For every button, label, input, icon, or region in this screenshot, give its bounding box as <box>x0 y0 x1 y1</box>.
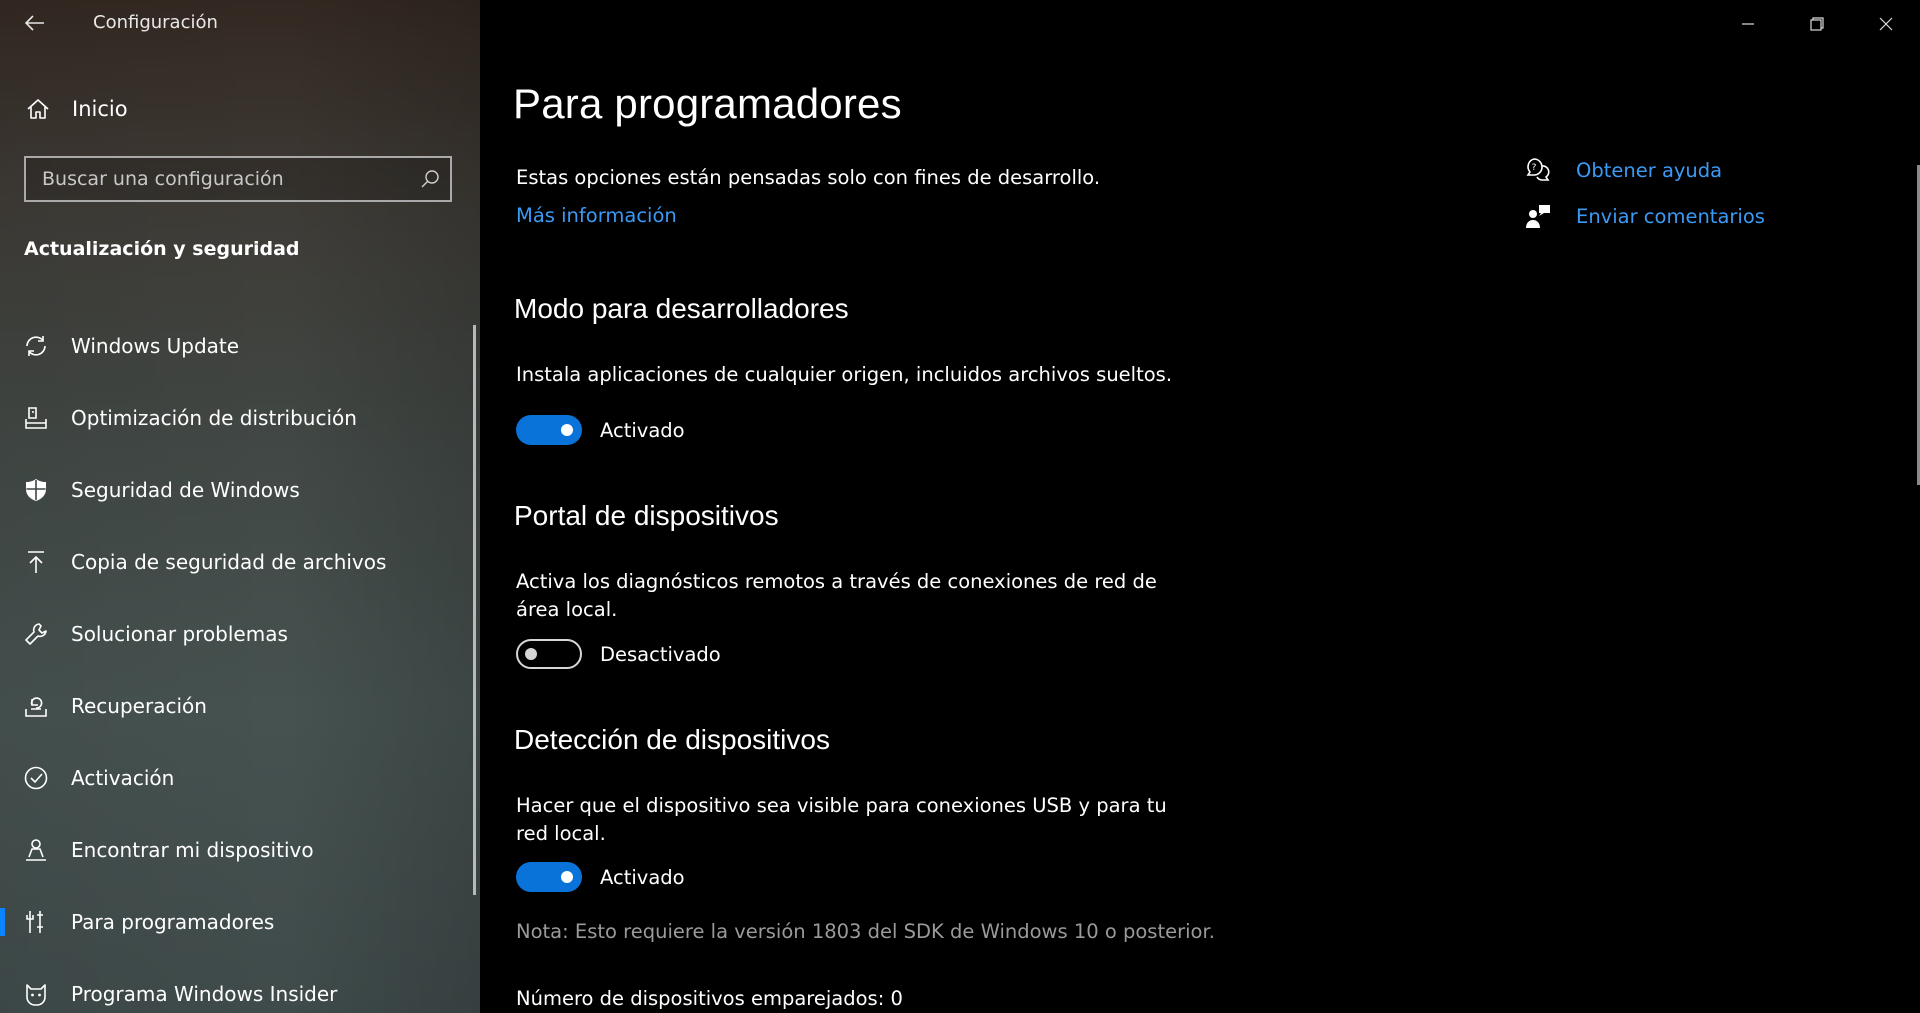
sidebar-item-label: Windows Update <box>71 334 240 358</box>
send-feedback-link[interactable]: Enviar comentarios <box>1522 193 1765 239</box>
sidebar-item-label: Optimización de distribución <box>71 406 357 430</box>
dev-mode-toggle[interactable] <box>516 415 582 445</box>
minimize-icon <box>1741 23 1754 25</box>
sidebar-item-label: Programa Windows Insider <box>71 982 338 1006</box>
restore-icon <box>1809 17 1824 31</box>
sidebar-item-label: Copia de seguridad de archivos <box>71 550 387 574</box>
insider-cat-icon <box>22 980 50 1008</box>
sidebar-item-label: Encontrar mi dispositivo <box>71 838 314 862</box>
sidebar-item-label: Inicio <box>72 97 128 121</box>
device-portal-heading: Portal de dispositivos <box>514 500 779 531</box>
search-box <box>24 156 452 202</box>
device-discovery-toggle[interactable] <box>516 862 582 892</box>
sidebar-item-windows-update[interactable]: Windows Update <box>0 310 472 382</box>
sidebar-item-label: Para programadores <box>71 910 275 934</box>
home-icon <box>24 95 52 123</box>
more-info-link[interactable]: Más información <box>516 204 677 227</box>
sidebar-nav: Windows Update Optimización de distribuc… <box>0 310 472 1013</box>
window-controls <box>1713 0 1920 48</box>
shield-icon <box>22 476 50 504</box>
delivery-optimization-icon <box>22 404 50 432</box>
sidebar: Configuración Inicio Actualización y seg… <box>0 0 480 1013</box>
sidebar-item-home[interactable]: Inicio <box>0 86 480 132</box>
dev-mode-heading: Modo para desarrolladores <box>514 293 849 324</box>
sidebar-item-troubleshoot[interactable]: Solucionar problemas <box>0 598 472 670</box>
device-portal-description: Activa los diagnósticos remotos a través… <box>516 570 1157 621</box>
sdk-note: Nota: Esto requiere la versión 1803 del … <box>516 920 1215 943</box>
wrench-icon <box>22 620 50 648</box>
page-title: Para programadores <box>513 80 902 127</box>
sidebar-item-label: Solucionar problemas <box>71 622 288 646</box>
get-help-link[interactable]: ? Obtener ayuda <box>1522 147 1765 193</box>
sidebar-item-label: Seguridad de Windows <box>71 478 300 502</box>
device-portal-toggle-label: Desactivado <box>600 642 721 666</box>
chat-help-icon: ? <box>1522 154 1554 186</box>
help-panel: ? Obtener ayuda Enviar comentarios <box>1522 147 1765 239</box>
sidebar-item-developers[interactable]: Para programadores <box>0 886 472 958</box>
sidebar-item-label: Activación <box>71 766 175 790</box>
sidebar-item-windows-security[interactable]: Seguridad de Windows <box>0 454 472 526</box>
device-discovery-toggle-row[interactable]: Activado <box>516 860 685 894</box>
dev-mode-description: Instala aplicaciones de cualquier origen… <box>516 363 1173 386</box>
sidebar-item-recovery[interactable]: Recuperación <box>0 670 472 742</box>
back-arrow-icon <box>25 15 44 31</box>
back-button[interactable] <box>18 6 52 40</box>
section-heading: Actualización y seguridad <box>24 238 300 260</box>
minimize-button[interactable] <box>1713 0 1782 48</box>
device-portal-toggle-row[interactable]: Desactivado <box>516 637 721 671</box>
main-content: Para programadores Estas opciones están … <box>480 0 1920 1013</box>
sidebar-item-find-device[interactable]: Encontrar mi dispositivo <box>0 814 472 886</box>
send-feedback-label: Enviar comentarios <box>1576 204 1765 228</box>
intro-text: Estas opciones están pensadas solo con f… <box>516 166 1101 189</box>
person-location-icon <box>22 836 50 864</box>
recovery-icon <box>22 692 50 720</box>
dev-mode-toggle-row[interactable]: Activado <box>516 413 685 447</box>
paired-devices-count: Número de dispositivos emparejados: 0 <box>516 987 903 1010</box>
refresh-icon <box>22 332 50 360</box>
device-discovery-description: Hacer que el dispositivo sea visible par… <box>516 794 1167 845</box>
device-discovery-toggle-label: Activado <box>600 865 685 889</box>
svg-text:?: ? <box>1532 163 1537 173</box>
close-icon <box>1879 17 1892 31</box>
developer-tools-icon <box>22 908 50 936</box>
checkmark-circle-icon <box>22 764 50 792</box>
device-portal-toggle[interactable] <box>516 639 582 669</box>
sidebar-item-insider[interactable]: Programa Windows Insider <box>0 958 472 1013</box>
sidebar-item-label: Recuperación <box>71 694 207 718</box>
search-icon[interactable] <box>410 159 450 199</box>
search-input[interactable] <box>26 167 410 191</box>
sidebar-item-backup[interactable]: Copia de seguridad de archivos <box>0 526 472 598</box>
restore-button[interactable] <box>1782 0 1851 48</box>
device-discovery-heading: Detección de dispositivos <box>514 724 830 755</box>
close-button[interactable] <box>1851 0 1920 48</box>
backup-arrow-icon <box>22 548 50 576</box>
feedback-person-icon <box>1522 200 1554 232</box>
get-help-label: Obtener ayuda <box>1576 158 1723 182</box>
sidebar-item-delivery-optimization[interactable]: Optimización de distribución <box>0 382 472 454</box>
sidebar-item-activation[interactable]: Activación <box>0 742 472 814</box>
sidebar-scrollbar[interactable] <box>473 325 476 895</box>
dev-mode-toggle-label: Activado <box>600 418 685 442</box>
app-title: Configuración <box>93 12 218 33</box>
